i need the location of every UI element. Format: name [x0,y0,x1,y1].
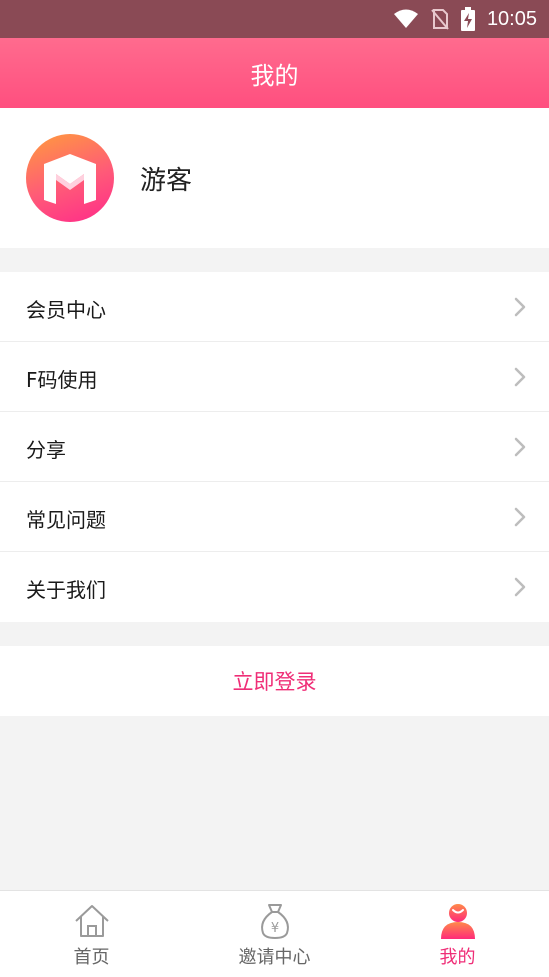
chevron-right-icon [514,577,526,597]
login-button-label: 立即登录 [232,670,317,694]
menu-item-label: 常见问题 [26,508,106,532]
money-bag-icon: ¥ [260,904,289,939]
avatar[interactable] [26,134,114,222]
header: 我的 [0,38,549,108]
svg-text:¥: ¥ [270,921,278,936]
menu-item-share[interactable]: 分享 [0,412,549,482]
page-title: 我的 [250,61,299,90]
menu-list: 会员中心 F码使用 分享 常见问题 关于我们 [0,272,549,622]
wifi-icon [393,9,418,28]
tab-mine[interactable]: 我的 [366,891,549,977]
tab-label: 我的 [439,947,476,968]
status-icons: 10:05 [393,0,537,38]
menu-item-label: 关于我们 [26,578,106,602]
menu-item-label: F码使用 [26,368,98,392]
battery-charging-icon [460,7,475,31]
tab-invite-center[interactable]: ¥ 邀请中心 [183,891,366,977]
menu-item-f-code[interactable]: F码使用 [0,342,549,412]
user-icon [440,904,475,939]
tab-label: 邀请中心 [238,947,311,968]
username: 游客 [140,166,193,196]
chevron-right-icon [514,437,526,457]
tab-home[interactable]: 首页 [0,891,183,977]
status-bar: 10:05 [0,0,549,38]
tab-label: 首页 [73,947,110,968]
menu-item-about[interactable]: 关于我们 [0,552,549,622]
profile-card[interactable]: 游客 [0,108,549,248]
chevron-right-icon [514,367,526,387]
bottom-tab-bar: 首页 ¥ 邀请中心 我的 [0,890,549,977]
app-logo-icon [44,154,96,204]
menu-item-label: 会员中心 [26,298,106,322]
chevron-right-icon [514,507,526,527]
status-time: 10:05 [486,7,537,30]
home-icon [74,905,109,937]
chevron-right-icon [514,297,526,317]
no-sim-icon [431,9,449,30]
menu-item-label: 分享 [26,438,66,462]
menu-item-membership[interactable]: 会员中心 [0,272,549,342]
login-button[interactable]: 立即登录 [0,646,549,716]
menu-item-faq[interactable]: 常见问题 [0,482,549,552]
